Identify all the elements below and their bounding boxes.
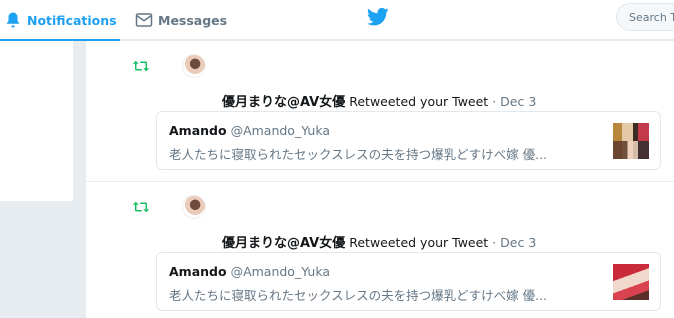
bell-icon <box>7 12 19 28</box>
notification-action-text: 優月まりな@AV女優 Retweeted your Tweet · Dec 3 <box>222 232 536 251</box>
notification-item[interactable]: 優月まりな@AV女優 Retweeted your Tweet · Dec 3 … <box>86 182 674 318</box>
retweet-icon <box>132 60 150 72</box>
quoted-author-handle: @Amando_Yuka <box>230 123 331 138</box>
twitter-bird-icon[interactable] <box>367 7 389 27</box>
left-sidebar-panel <box>0 41 73 201</box>
quoted-tweet-header: Amando @Amando_Yuka <box>169 123 330 138</box>
notification-date: Dec 3 <box>500 94 537 109</box>
quoted-tweet-header: Amando @Amando_Yuka <box>169 264 330 279</box>
top-nav-bar: Notifications Messages Search T <box>0 0 674 41</box>
quoted-tweet-thumbnail[interactable] <box>613 123 649 159</box>
quoted-author-name: Amando <box>169 123 227 138</box>
nav-notifications-tab[interactable]: Notifications <box>0 0 120 41</box>
notification-date: Dec 3 <box>500 235 537 250</box>
notification-item[interactable]: 優月まりな@AV女優 Retweeted your Tweet · Dec 3 … <box>86 41 674 182</box>
nav-notifications-label: Notifications <box>27 12 117 28</box>
separator: · <box>492 235 497 250</box>
actor-name[interactable]: 優月まりな@AV女優 <box>222 236 345 251</box>
actor-name[interactable]: 優月まりな@AV女優 <box>222 95 345 110</box>
separator: · <box>492 94 497 109</box>
quoted-tweet-thumbnail[interactable] <box>613 264 649 300</box>
action-label: Retweeted your Tweet <box>349 235 489 250</box>
action-label: Retweeted your Tweet <box>349 94 489 109</box>
avatar[interactable] <box>182 195 206 219</box>
envelope-icon <box>135 13 153 27</box>
search-input[interactable]: Search T <box>616 3 674 31</box>
quoted-author-name: Amando <box>169 264 227 279</box>
quoted-tweet-card[interactable]: Amando @Amando_Yuka 老人たちに寝取られたセックスレスの夫を持… <box>156 111 661 170</box>
quoted-tweet-card[interactable]: Amando @Amando_Yuka 老人たちに寝取られたセックスレスの夫を持… <box>156 252 661 311</box>
avatar[interactable] <box>182 54 206 78</box>
notification-action-text: 優月まりな@AV女優 Retweeted your Tweet · Dec 3 <box>222 91 536 110</box>
nav-messages-tab[interactable]: Messages <box>135 0 227 40</box>
quoted-author-handle: @Amando_Yuka <box>230 264 331 279</box>
retweet-icon <box>132 201 150 213</box>
quoted-tweet-text: 老人たちに寝取られたセックスレスの夫を持つ爆乳どすけべ嫁 優... <box>169 288 548 303</box>
quoted-tweet-text: 老人たちに寝取られたセックスレスの夫を持つ爆乳どすけべ嫁 優... <box>169 147 548 162</box>
nav-messages-label: Messages <box>158 12 228 28</box>
